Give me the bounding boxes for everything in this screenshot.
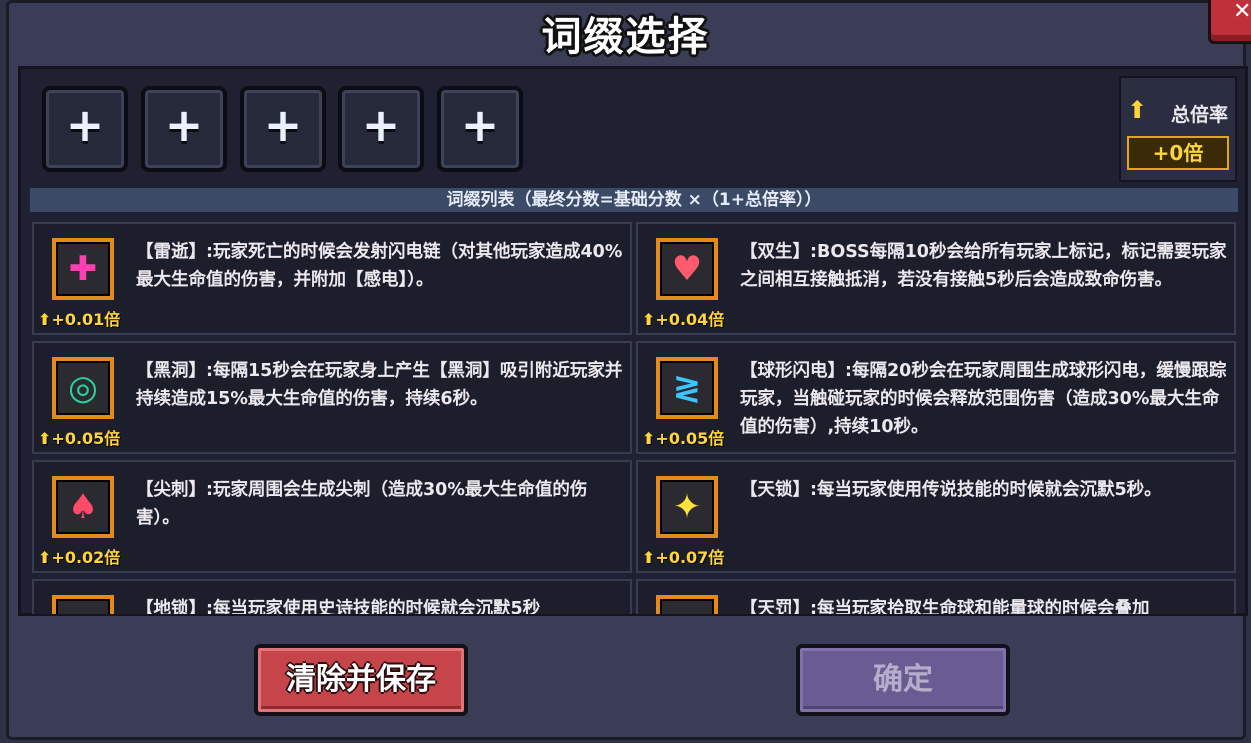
affix-card-leishi[interactable]: ✚ 【雷逝】:玩家死亡的时候会发射闪电链（对其他玩家造成40%最大生命值的伤害，… xyxy=(32,222,632,335)
affix-description: 【黑洞】:每隔15秒会在玩家身上产生【黑洞】吸引附近玩家并持续造成15%最大生命… xyxy=(136,361,623,409)
affix-slot-2[interactable]: + xyxy=(141,86,227,172)
heaven-punish-icon: ▣ xyxy=(656,595,718,614)
confirm-button[interactable]: 确定 xyxy=(796,644,1010,716)
arrow-up-icon: ⬆ xyxy=(1127,96,1148,124)
affix-slot-4[interactable]: + xyxy=(338,86,424,172)
affix-slot-5[interactable]: + xyxy=(437,86,523,172)
affix-multiplier: ⬆+0.05倍 xyxy=(642,429,725,448)
affix-card-tianfa[interactable]: ▣ 【天罚】:每当玩家拾取生命球和能量球的时候会叠加 xyxy=(636,579,1236,614)
affix-description: 【球形闪电】:每隔20秒会在玩家周围生成球形闪电，缓慢跟踪玩家，当触碰玩家的时候… xyxy=(740,361,1227,437)
affix-slot-1[interactable]: + xyxy=(42,86,128,172)
affix-multiplier: ⬆+0.01倍 xyxy=(38,310,121,329)
spike-icon: ♠ xyxy=(52,476,114,538)
close-icon: ✕ xyxy=(1233,0,1251,24)
lightning-cross-icon: ✚ xyxy=(52,238,114,300)
affix-slot-3[interactable]: + xyxy=(240,86,326,172)
affix-description: 【尖刺】:玩家周围会生成尖刺（造成30%最大生命值的伤害）。 xyxy=(136,480,588,528)
affix-list-header: 词缀列表（最终分数=基础分数 ×（1+总倍率）） xyxy=(28,186,1240,214)
earth-lock-icon: ● xyxy=(52,595,114,614)
affix-card-heidong[interactable]: ◎ 【黑洞】:每隔15秒会在玩家身上产生【黑洞】吸引附近玩家并持续造成15%最大… xyxy=(32,341,632,454)
affix-card-shuangsheng[interactable]: ♥ 【双生】:BOSS每隔10秒会给所有玩家上标记，标记需要玩家之间相互接触抵消… xyxy=(636,222,1236,335)
close-button[interactable]: ✕ xyxy=(1208,0,1251,44)
window-title: 词缀选择 xyxy=(541,14,710,60)
affix-description: 【地锁】:每当玩家使用史诗技能的时候就会沉默5秒 xyxy=(136,599,541,614)
black-hole-icon: ◎ xyxy=(52,357,114,419)
total-rate-label: 总倍率 xyxy=(1171,104,1229,126)
affix-description: 【双生】:BOSS每隔10秒会给所有玩家上标记，标记需要玩家之间相互接触抵消，若… xyxy=(740,242,1227,290)
affix-card-tiansuo[interactable]: ✦ 【天锁】:每当玩家使用传说技能的时候就会沉默5秒。 ⬆+0.07倍 xyxy=(636,460,1236,573)
split-heart-icon: ♥ xyxy=(656,238,718,300)
ball-lightning-icon: ≷ xyxy=(656,357,718,419)
affix-multiplier: ⬆+0.04倍 xyxy=(642,310,725,329)
plus-icon: + xyxy=(361,98,401,152)
plus-icon: + xyxy=(460,98,500,152)
affix-card-jianci[interactable]: ♠ 【尖刺】:玩家周围会生成尖刺（造成30%最大生命值的伤害）。 ⬆+0.02倍 xyxy=(32,460,632,573)
affix-multiplier: ⬆+0.02倍 xyxy=(38,548,121,567)
plus-icon: + xyxy=(263,98,303,152)
sparkle-lock-icon: ✦ xyxy=(656,476,718,538)
affix-multiplier: ⬆+0.07倍 xyxy=(642,548,725,567)
affix-list[interactable]: ✚ 【雷逝】:玩家死亡的时候会发射闪电链（对其他玩家造成40%最大生命值的伤害，… xyxy=(28,216,1240,614)
affix-description: 【天罚】:每当玩家拾取生命球和能量球的时候会叠加 xyxy=(740,599,1150,614)
clear-and-save-button[interactable]: 清除并保存 xyxy=(254,644,468,716)
total-rate-value: +0倍 xyxy=(1127,136,1229,170)
affix-multiplier: ⬆+0.05倍 xyxy=(38,429,121,448)
affix-card-disuo[interactable]: ● 【地锁】:每当玩家使用史诗技能的时候就会沉默5秒 xyxy=(32,579,632,614)
plus-icon: + xyxy=(164,98,204,152)
total-rate-box: ⬆ 总倍率 +0倍 xyxy=(1119,76,1237,182)
affix-card-qiuxingshandian[interactable]: ≷ 【球形闪电】:每隔20秒会在玩家周围生成球形闪电，缓慢跟踪玩家，当触碰玩家的… xyxy=(636,341,1236,454)
affix-description: 【雷逝】:玩家死亡的时候会发射闪电链（对其他玩家造成40%最大生命值的伤害，并附… xyxy=(136,242,623,290)
plus-icon: + xyxy=(65,98,105,152)
affix-description: 【天锁】:每当玩家使用传说技能的时候就会沉默5秒。 xyxy=(740,480,1162,500)
